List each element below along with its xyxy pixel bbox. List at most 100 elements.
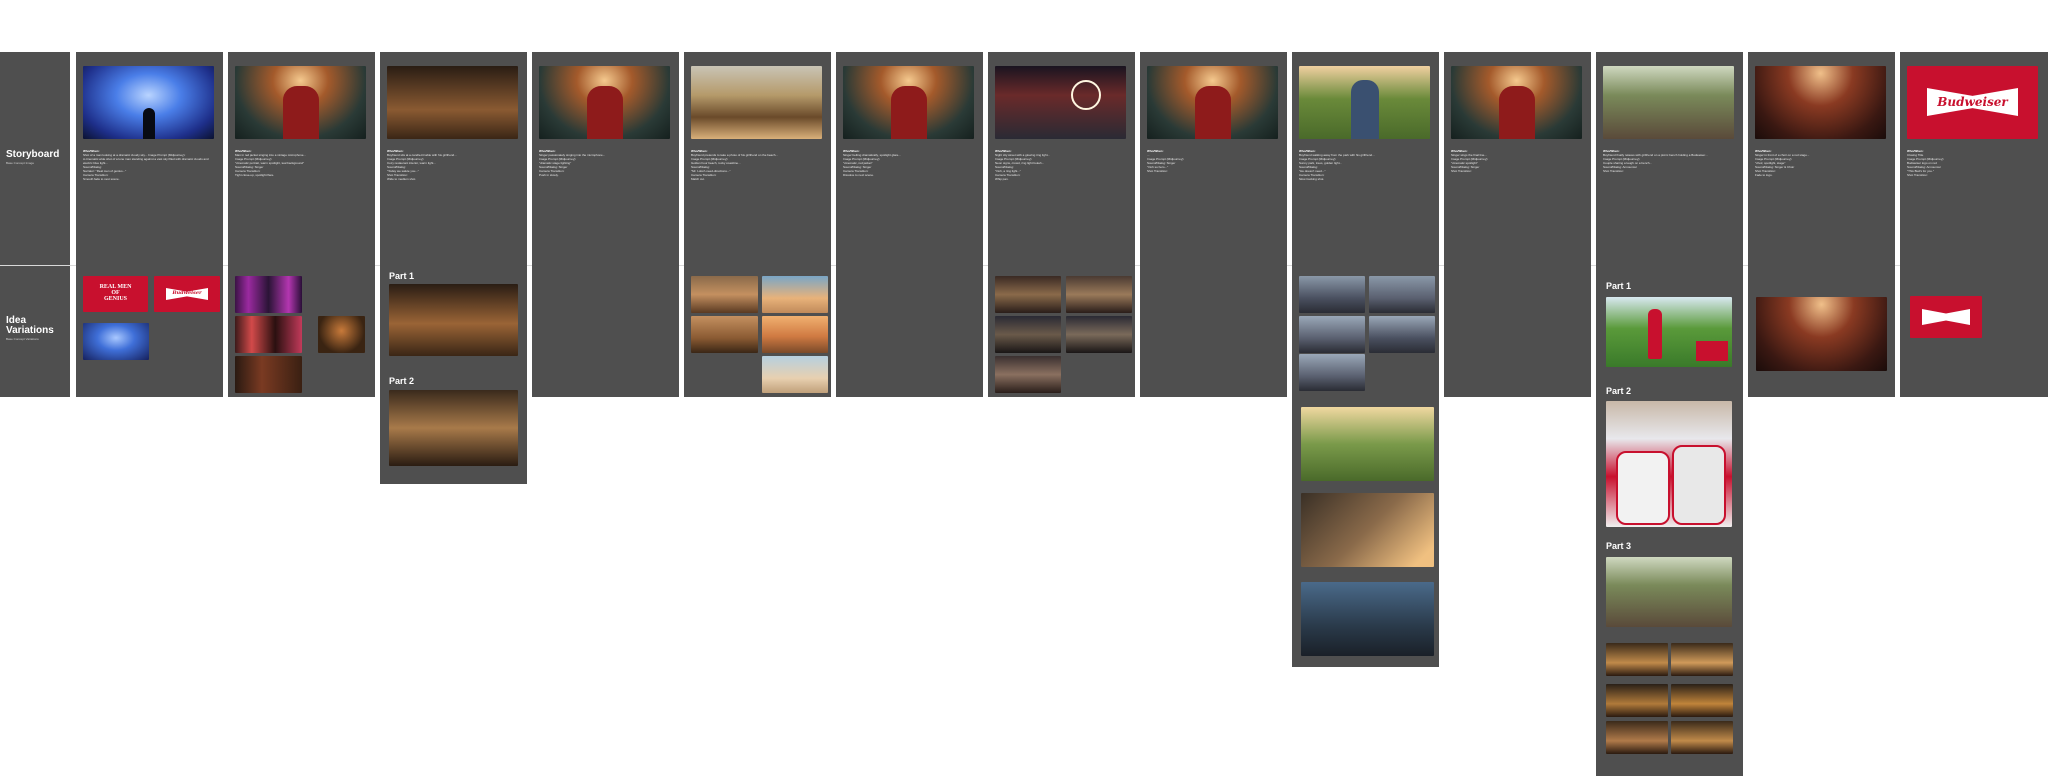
scene-10-image[interactable] <box>1451 66 1582 139</box>
scene-7-image[interactable] <box>995 66 1126 139</box>
scene-13-text: Closing Title Image Prompt (Midjourney):… <box>1907 153 1945 177</box>
scene-5-text: Boyfriend pretends to take a photo of hi… <box>691 153 778 181</box>
variation-neon-1[interactable] <box>235 276 302 313</box>
scene-8-description: Who/When: ... Image Prompt (Midjourney):… <box>1147 149 1278 257</box>
scene-4-description: Who/When: Singer passionately singing in… <box>539 149 670 257</box>
part-3-image-col11[interactable] <box>1606 557 1732 627</box>
genius-logo-text: REAL MEN OF GENIUS <box>99 284 132 302</box>
beach-variation-2[interactable] <box>762 276 828 313</box>
scene-12-description: Who/When: Singer in front of a choir on … <box>1755 149 1886 257</box>
part-2-label-col11: Part 2 <box>1606 386 1632 396</box>
part-3-label-col11: Part 3 <box>1606 541 1632 551</box>
scene-6-image[interactable] <box>843 66 974 139</box>
scene-2-description: Who/When: Man in red jacket singing into… <box>235 149 366 257</box>
scene-2-text: Man in red jacket singing into a vintage… <box>235 153 306 177</box>
beach-variation-1[interactable] <box>691 276 758 313</box>
singer-shape <box>1195 86 1231 139</box>
park-variation-large-2[interactable] <box>1301 493 1434 567</box>
scene-7-description: Who/When: Night city street with a glowi… <box>995 149 1126 257</box>
party-variation-5[interactable] <box>1606 721 1668 754</box>
variation-neon-3[interactable] <box>235 356 302 393</box>
sky-variation-image[interactable] <box>83 323 149 360</box>
scene-9-image[interactable] <box>1299 66 1430 139</box>
party-variation-1[interactable] <box>1606 643 1668 676</box>
scene-4-image[interactable] <box>539 66 670 139</box>
park-variation-2[interactable] <box>1369 276 1435 313</box>
part-1-image[interactable] <box>389 284 518 356</box>
can-shape-2 <box>1672 445 1726 525</box>
party-variation-4[interactable] <box>1671 684 1733 717</box>
scene-13-logo-image[interactable]: Budweiser <box>1907 66 2038 139</box>
storyboard-title: Storyboard <box>6 149 60 160</box>
scene-3-description: Who/When: Boyfriend sits at a candle-lit… <box>387 149 518 257</box>
part-2-image-col11[interactable] <box>1606 401 1732 527</box>
scene-7-text: Night city street with a glowing ring li… <box>995 153 1051 181</box>
genius-logo-variation[interactable]: REAL MEN OF GENIUS <box>83 276 148 312</box>
singer-shape <box>283 86 319 139</box>
scene-11-description: Who/When: Boyfriend finally relaxes with… <box>1603 149 1734 257</box>
scene-9-text: Boyfriend walking away from the park wit… <box>1299 153 1375 181</box>
ring-variation-3[interactable] <box>995 316 1061 353</box>
scene-13-description: Who/When: Closing Title Image Prompt (Mi… <box>1907 149 2038 257</box>
part-1-image-col11[interactable] <box>1606 297 1732 367</box>
park-variation-large-3[interactable] <box>1301 582 1434 656</box>
party-variation-3[interactable] <box>1606 684 1668 717</box>
part-1-label: Part 1 <box>389 271 415 281</box>
scene-3-image[interactable] <box>387 66 518 139</box>
scene-6-description: Who/When: Singer belting dramatically, s… <box>843 149 974 257</box>
storyboard-subtitle: Base Concept Image <box>6 161 35 165</box>
singer-shape <box>587 86 623 139</box>
part-2-image[interactable] <box>389 390 518 466</box>
scene-4-text: Singer passionately singing into the mic… <box>539 153 606 177</box>
scene-1-description: Who/When: Shot of a man looking at a dra… <box>83 149 214 257</box>
scene-6-text: Singer belting dramatically, spotlight g… <box>843 153 901 177</box>
park-variation-1[interactable] <box>1299 276 1365 313</box>
scene-8-text: ... Image Prompt (Midjourney): Sound/Dia… <box>1147 153 1185 173</box>
scene-1-image[interactable] <box>83 66 214 139</box>
park-variation-4[interactable] <box>1369 316 1435 353</box>
man-shape <box>1351 80 1379 139</box>
scene-1-text: Shot of a man looking at a dramatic clou… <box>83 153 209 181</box>
scene-10-description: Who/When: Singer sings the final line...… <box>1451 149 1582 257</box>
beach-variation-5[interactable] <box>762 356 828 393</box>
ring-variation-5[interactable] <box>995 356 1061 393</box>
variation-neon-2[interactable] <box>235 316 302 353</box>
woman-red-dress-shape <box>1648 309 1662 359</box>
scene-8-image[interactable] <box>1147 66 1278 139</box>
scene-12-image[interactable] <box>1755 66 1886 139</box>
scene-3-text: Boyfriend sits at a candle-lit table wit… <box>387 153 457 181</box>
scene-12-text: Singer in front of a choir on a red stag… <box>1755 153 1810 177</box>
scene-5-description: Who/When: Boyfriend pretends to take a p… <box>691 149 822 257</box>
choir-variation-image[interactable] <box>1756 297 1887 371</box>
budweiser-sign-shape <box>1696 341 1728 361</box>
scene-5-image[interactable] <box>691 66 822 139</box>
scene-11-text: Boyfriend finally relaxes with girlfrien… <box>1603 153 1708 173</box>
part-2-label: Part 2 <box>389 376 415 386</box>
beach-variation-3[interactable] <box>691 316 758 353</box>
budweiser-logo-variation-2[interactable] <box>1910 296 1982 338</box>
party-variation-2[interactable] <box>1671 643 1733 676</box>
ring-variation-1[interactable] <box>995 276 1061 313</box>
scene-11-image[interactable] <box>1603 66 1734 139</box>
scene-9-description: Who/When: Boyfriend walking away from th… <box>1299 149 1430 257</box>
singer-shape <box>1499 86 1535 139</box>
ring-variation-4[interactable] <box>1066 316 1132 353</box>
ring-light-shape <box>1071 80 1101 110</box>
scene-10-text: Singer sings the final line... Image Pro… <box>1451 153 1489 173</box>
scene-2-image[interactable] <box>235 66 366 139</box>
ring-variation-2[interactable] <box>1066 276 1132 313</box>
variation-portrait-small[interactable] <box>318 316 365 353</box>
beach-variation-4[interactable] <box>762 316 828 353</box>
part-1-label-col11: Part 1 <box>1606 281 1632 291</box>
silhouette-shape <box>143 108 155 139</box>
idea-variations-title: Idea Variations <box>6 315 54 336</box>
park-variation-3[interactable] <box>1299 316 1365 353</box>
bowtie-shape <box>1922 309 1970 325</box>
budweiser-logo-text: Budweiser <box>172 290 202 296</box>
idea-variations-subtitle: Base Concept Variations <box>6 337 39 341</box>
park-variation-large-1[interactable] <box>1301 407 1434 481</box>
party-variation-6[interactable] <box>1671 721 1733 754</box>
park-variation-5[interactable] <box>1299 354 1365 391</box>
budweiser-logo-variation-1[interactable]: Budweiser <box>154 276 220 312</box>
singer-shape <box>891 86 927 139</box>
